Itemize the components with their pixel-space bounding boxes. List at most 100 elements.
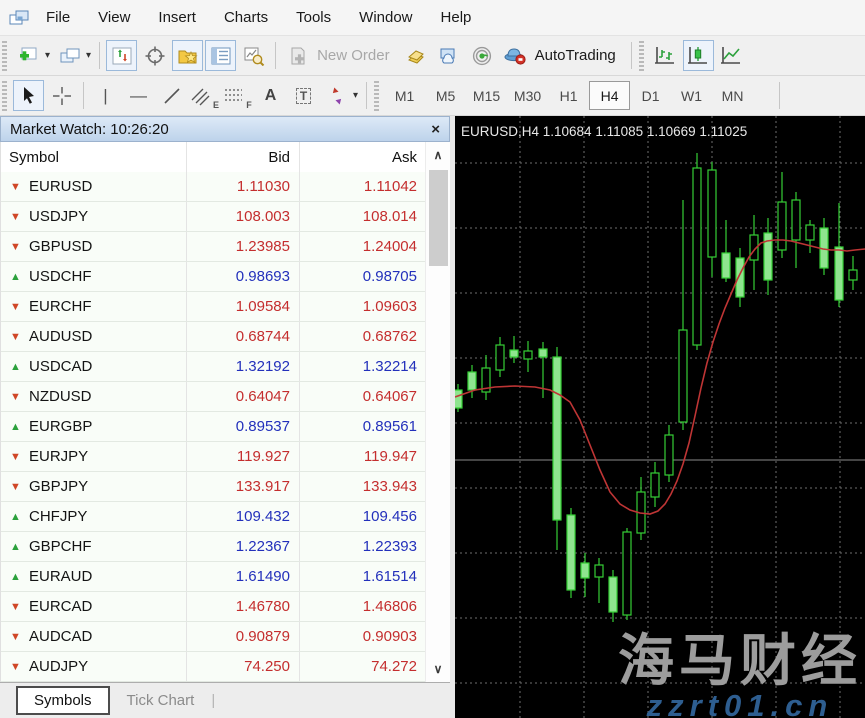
scroll-up-icon[interactable]: ∧ [434, 142, 443, 168]
market-watch-row-audjpy[interactable]: ▼AUDJPY74.25074.272 [1, 652, 450, 682]
close-icon[interactable]: × [431, 122, 440, 137]
menu-bar: FileViewInsertChartsToolsWindowHelp [0, 0, 865, 36]
market-watch-row-gbpjpy[interactable]: ▼GBPJPY133.917133.943 [1, 472, 450, 502]
market-watch-row-eurjpy[interactable]: ▼EURJPY119.927119.947 [1, 442, 450, 472]
market-watch-row-gbpusd[interactable]: ▼GBPUSD1.239851.24004 [1, 232, 450, 262]
watermark-chinese: 海马财经 [618, 629, 862, 692]
profiles-button[interactable] [54, 40, 85, 71]
market-watch-titlebar[interactable]: Market Watch: 10:26:20 × [0, 116, 450, 142]
menu-item-charts[interactable]: Charts [210, 9, 282, 26]
chart-line-button[interactable] [716, 40, 747, 71]
timeframe-m1[interactable]: M1 [384, 81, 425, 110]
bid-value: 0.89537 [186, 412, 299, 441]
cursor-button[interactable] [13, 80, 44, 111]
down-arrow-icon: ▼ [9, 481, 22, 493]
watermark-url: zzrt01.cn [646, 688, 834, 718]
profiles-dropdown-icon[interactable]: ▾ [86, 50, 91, 61]
new-chart-button[interactable] [13, 40, 44, 71]
new-order-label[interactable]: New Order [317, 47, 390, 64]
market-watch-row-audusd[interactable]: ▼AUDUSD0.687440.68762 [1, 322, 450, 352]
price-chart[interactable]: 海马财经zzrt01.cnEURUSD,H4 1.10684 1.11085 1… [455, 116, 865, 718]
tab-separator: | [211, 692, 215, 709]
tab-tick-chart[interactable]: Tick Chart [123, 688, 199, 713]
strategy-tester-button[interactable] [238, 40, 269, 71]
crosshair-button[interactable] [46, 80, 77, 111]
market-watch-row-eurgbp[interactable]: ▲EURGBP0.895370.89561 [1, 412, 450, 442]
column-header-bid[interactable]: Bid [186, 142, 299, 172]
market-watch-row-eurcad[interactable]: ▼EURCAD1.467801.46806 [1, 592, 450, 622]
column-header-symbol[interactable]: Symbol [1, 142, 186, 172]
terminal-toggle[interactable] [205, 40, 236, 71]
signals-button[interactable] [467, 40, 498, 71]
market-watch-row-nzdusd[interactable]: ▼NZDUSD0.640470.64067 [1, 382, 450, 412]
market-watch-scrollbar[interactable]: ∧ ∨ [425, 142, 450, 682]
horizontal-line-button[interactable]: — [123, 80, 154, 111]
market-watch-row-euraud[interactable]: ▲EURAUD1.614901.61514 [1, 562, 450, 592]
candle-bear [736, 258, 744, 297]
toolbar-grip[interactable] [2, 41, 7, 71]
trendline-button[interactable] [156, 80, 187, 111]
navigator-folder-icon [177, 46, 199, 66]
market-watch-row-usdchf[interactable]: ▲USDCHF0.986930.98705 [1, 262, 450, 292]
timeframe-mn[interactable]: MN [712, 81, 753, 110]
market-watch-row-eurchf[interactable]: ▼EURCHF1.095841.09603 [1, 292, 450, 322]
text-icon: A [265, 87, 277, 105]
market-watch-header-row: Symbol Bid Ask [1, 142, 450, 172]
text-label-button[interactable]: T [288, 80, 319, 111]
down-arrow-icon: ▼ [9, 631, 22, 643]
equidistant-channel-button[interactable]: E [189, 80, 220, 111]
symbol-name: USDJPY [29, 208, 88, 225]
arrows-dropdown-icon[interactable]: ▾ [353, 90, 358, 101]
timeframe-bar: M1M5M15M30H1H4D1W1MN [384, 81, 753, 110]
market-watch-row-audcad[interactable]: ▼AUDCAD0.908790.90903 [1, 622, 450, 652]
autotrading-button[interactable] [500, 40, 531, 71]
timeframe-m15[interactable]: M15 [466, 81, 507, 110]
market-watch-toggle[interactable] [106, 40, 137, 71]
symbol-name: AUDCAD [29, 628, 92, 645]
menu-item-file[interactable]: File [32, 9, 84, 26]
candle-bull [792, 200, 800, 240]
fibonacci-button[interactable]: F [222, 80, 253, 111]
timeframe-h4[interactable]: H4 [589, 81, 630, 110]
market-watch-row-eurusd[interactable]: ▼EURUSD1.110301.11042 [1, 172, 450, 202]
toolbar-grip[interactable] [639, 41, 644, 71]
new-order-button[interactable] [282, 40, 313, 71]
menu-item-tools[interactable]: Tools [282, 9, 345, 26]
chart-candlesticks-button[interactable] [683, 40, 714, 71]
menu-item-insert[interactable]: Insert [144, 9, 210, 26]
bid-value: 0.90879 [186, 622, 299, 651]
new-chart-dropdown-icon[interactable]: ▾ [45, 50, 50, 61]
market-watch-row-usdjpy[interactable]: ▼USDJPY108.003108.014 [1, 202, 450, 232]
chart-line-icon [719, 45, 743, 67]
tab-symbols[interactable]: Symbols [16, 686, 110, 715]
candle-bear [581, 563, 589, 578]
menu-item-window[interactable]: Window [345, 9, 426, 26]
timeframe-d1[interactable]: D1 [630, 81, 671, 110]
timeframe-m30[interactable]: M30 [507, 81, 548, 110]
vertical-line-button[interactable]: | [90, 80, 121, 111]
timeframe-h1[interactable]: H1 [548, 81, 589, 110]
metaeditor-button[interactable] [401, 40, 432, 71]
timeframe-w1[interactable]: W1 [671, 81, 712, 110]
market-watch-row-usdcad[interactable]: ▲USDCAD1.321921.32214 [1, 352, 450, 382]
toolbar-grip[interactable] [2, 81, 7, 111]
toolbar-grip[interactable] [374, 81, 379, 111]
arrows-button[interactable] [321, 80, 352, 111]
new-order-icon [287, 46, 309, 66]
market-watch-row-gbpchf[interactable]: ▲GBPCHF1.223671.22393 [1, 532, 450, 562]
market-watch-row-chfjpy[interactable]: ▲CHFJPY109.432109.456 [1, 502, 450, 532]
candle-bull [623, 532, 631, 615]
navigator-toggle[interactable] [172, 40, 203, 71]
chart-bars-button[interactable] [650, 40, 681, 71]
text-button[interactable]: A [255, 80, 286, 111]
scroll-down-icon[interactable]: ∨ [434, 656, 443, 682]
autotrading-label[interactable]: AutoTrading [535, 47, 616, 64]
virtual-hosting-button[interactable] [434, 40, 465, 71]
menu-item-help[interactable]: Help [427, 9, 486, 26]
timeframe-m5[interactable]: M5 [425, 81, 466, 110]
data-window-button[interactable] [139, 40, 170, 71]
market-watch-rows: ▼EURUSD1.110301.11042▼USDJPY108.003108.0… [1, 172, 450, 682]
scrollbar-thumb[interactable] [429, 170, 448, 266]
chart-panel[interactable]: 海马财经zzrt01.cnEURUSD,H4 1.10684 1.11085 1… [455, 116, 865, 718]
menu-item-view[interactable]: View [84, 9, 144, 26]
